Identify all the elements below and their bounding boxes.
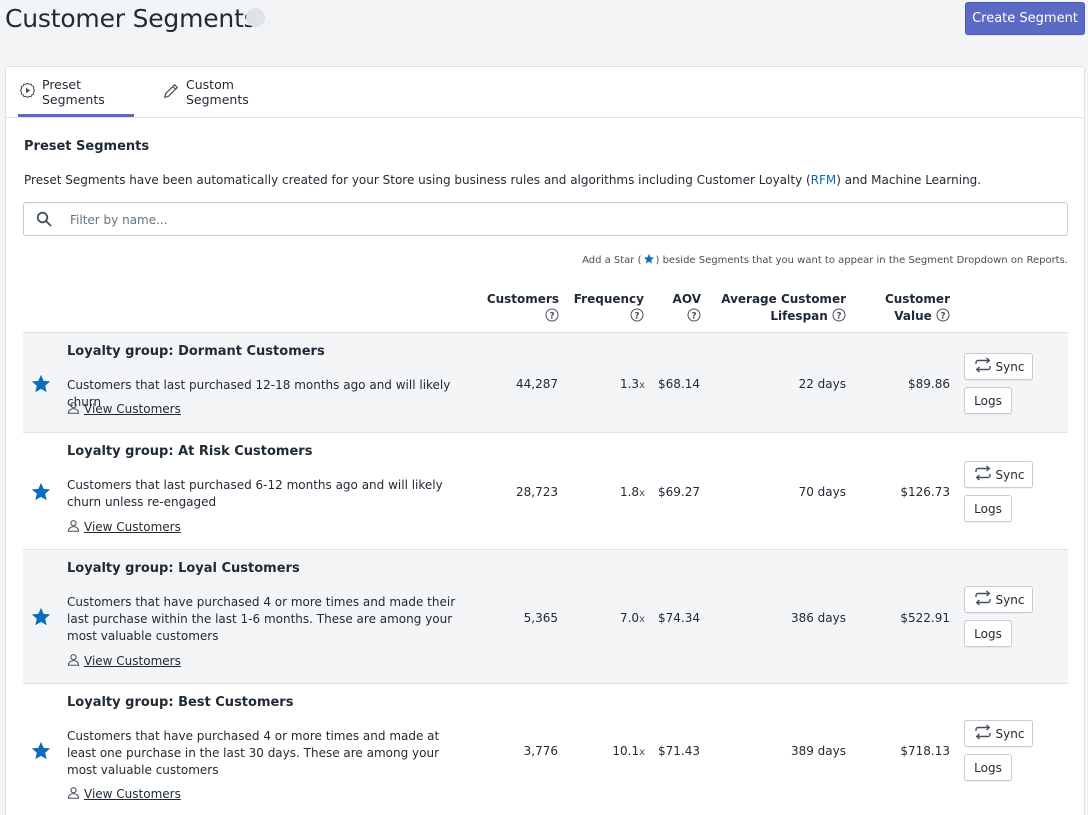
sync-button[interactable]: Sync xyxy=(964,586,1033,613)
active-tab-indicator xyxy=(18,114,134,117)
aov-value: $68.14 xyxy=(658,377,700,391)
lifespan-value: 386 days xyxy=(790,611,846,625)
aov-value: $74.34 xyxy=(658,611,700,625)
lifespan-value: 22 days xyxy=(798,377,846,391)
sync-icon xyxy=(973,724,993,743)
segment-description: Customers that last purchased 6-12 month… xyxy=(67,478,443,509)
frequency-value: 10.1x xyxy=(612,744,645,758)
segment-title: Loyalty group: Dormant Customers xyxy=(67,344,325,359)
svg-text:?: ? xyxy=(691,311,696,321)
page-title: Customer Segments xyxy=(5,4,257,33)
view-customers-link[interactable]: View Customers xyxy=(67,519,181,535)
star-icon[interactable] xyxy=(30,373,52,400)
rfm-link[interactable]: RFM xyxy=(811,173,837,187)
sync-button[interactable]: Sync xyxy=(964,353,1033,380)
help-icon[interactable]: ? xyxy=(832,308,846,327)
segment-title: Loyalty group: At Risk Customers xyxy=(67,444,313,459)
segments-card: Preset Segments Custom Segments Preset S… xyxy=(5,66,1085,815)
star-hint: Add a Star ( ) beside Segments that you … xyxy=(582,253,1068,268)
logs-button[interactable]: Logs xyxy=(964,754,1012,781)
star-icon[interactable] xyxy=(30,481,52,508)
lifespan-value: 70 days xyxy=(798,485,846,499)
pencil-icon xyxy=(162,82,180,103)
table-row: Loyalty group: Best Customers Customers … xyxy=(23,684,1068,815)
sync-icon xyxy=(973,465,993,484)
tab-custom-segments[interactable]: Custom Segments xyxy=(162,67,292,117)
status-dot xyxy=(246,8,265,27)
view-customers-link[interactable]: View Customers xyxy=(67,786,181,802)
customers-value: 3,776 xyxy=(523,744,558,758)
sync-icon xyxy=(973,357,993,376)
user-icon xyxy=(67,653,80,669)
table-row: Loyalty group: Loyal Customers Customers… xyxy=(23,550,1068,684)
preset-icon xyxy=(19,82,36,102)
user-icon xyxy=(67,401,80,417)
lifespan-value: 389 days xyxy=(790,744,846,758)
logs-button[interactable]: Logs xyxy=(964,387,1012,414)
svg-text:?: ? xyxy=(940,311,945,321)
help-icon[interactable]: ? xyxy=(687,308,701,327)
customers-value: 5,365 xyxy=(523,611,558,625)
col-customer-value: Customer Value ? xyxy=(866,291,950,327)
frequency-value: 1.8x xyxy=(619,485,645,499)
customer-value-value: $126.73 xyxy=(900,485,950,499)
search-input[interactable] xyxy=(70,209,1050,231)
create-segment-button[interactable]: Create Segment xyxy=(965,2,1085,35)
svg-text:?: ? xyxy=(836,311,841,321)
svg-text:?: ? xyxy=(549,311,554,321)
view-customers-link[interactable]: View Customers xyxy=(67,401,181,417)
tab-preset-segments[interactable]: Preset Segments xyxy=(19,67,134,117)
aov-value: $71.43 xyxy=(658,744,700,758)
col-aov: AOV ? xyxy=(646,291,701,327)
aov-value: $69.27 xyxy=(658,485,700,499)
customer-value-value: $89.86 xyxy=(908,377,950,391)
help-icon[interactable]: ? xyxy=(630,308,644,327)
customers-value: 44,287 xyxy=(516,377,558,391)
view-customers-link[interactable]: View Customers xyxy=(67,653,181,669)
col-customers: Customers ? xyxy=(461,291,559,327)
segment-description: Customers that have purchased 4 or more … xyxy=(67,729,440,777)
help-icon[interactable]: ? xyxy=(545,308,559,327)
tab-label: Custom Segments xyxy=(186,77,249,107)
segment-title: Loyalty group: Loyal Customers xyxy=(67,561,300,576)
star-icon xyxy=(642,253,656,268)
sync-button[interactable]: Sync xyxy=(964,720,1033,747)
sync-button[interactable]: Sync xyxy=(964,461,1033,488)
customer-value-value: $522.91 xyxy=(900,611,950,625)
logs-button[interactable]: Logs xyxy=(964,495,1012,522)
tab-bar: Preset Segments Custom Segments xyxy=(6,67,1084,118)
star-icon[interactable] xyxy=(30,740,52,767)
search-icon xyxy=(36,211,52,232)
frequency-value: 7.0x xyxy=(619,611,645,625)
col-lifespan: Average Customer Lifespan ? xyxy=(706,291,846,327)
table-row: Loyalty group: Dormant Customers Custome… xyxy=(23,333,1068,433)
user-icon xyxy=(67,786,80,802)
star-icon[interactable] xyxy=(30,606,52,633)
logs-button[interactable]: Logs xyxy=(964,620,1012,647)
search-box xyxy=(23,202,1068,236)
tab-label: Preset Segments xyxy=(42,77,105,107)
sync-icon xyxy=(973,590,993,609)
user-icon xyxy=(67,519,80,535)
customer-value-value: $718.13 xyxy=(900,744,950,758)
col-frequency: Frequency ? xyxy=(558,291,644,327)
svg-text:?: ? xyxy=(634,311,639,321)
table-row: Loyalty group: At Risk Customers Custome… xyxy=(23,433,1068,550)
segment-description: Customers that have purchased 4 or more … xyxy=(67,595,456,643)
section-description: Preset Segments have been automatically … xyxy=(24,173,982,187)
frequency-value: 1.3x xyxy=(619,377,645,391)
section-heading: Preset Segments xyxy=(24,139,150,154)
customers-value: 28,723 xyxy=(516,485,558,499)
segment-title: Loyalty group: Best Customers xyxy=(67,695,294,710)
help-icon[interactable]: ? xyxy=(936,308,950,327)
